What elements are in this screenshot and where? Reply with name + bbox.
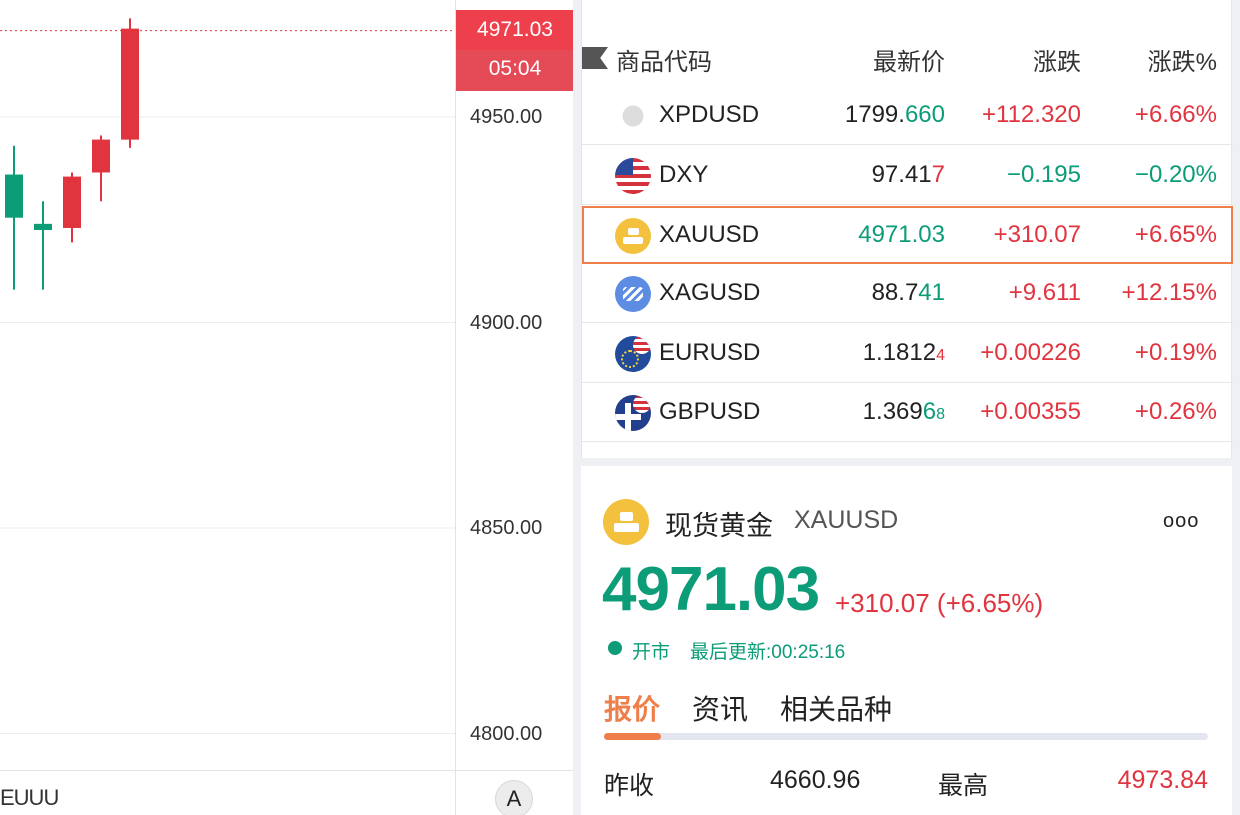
header-price[interactable]: 最新价 [873, 42, 945, 77]
price-highlight: 4971.03 [858, 221, 945, 248]
high-value: 4973.84 [1117, 766, 1208, 794]
row-change-pct: −0.20% [1134, 161, 1217, 188]
tab-quote[interactable]: 报价 [604, 688, 660, 728]
market-open-dot-icon [608, 641, 622, 655]
price-highlight: 6 [922, 398, 937, 425]
price-highlight: 660 [904, 101, 945, 128]
price-main: 88.7 [871, 279, 919, 306]
price-tick-label: 4850.00 [470, 517, 543, 539]
watchlist-header: 商品代码 最新价 涨跌 涨跌% [582, 28, 1233, 84]
row-symbol: XPDUSD [659, 101, 760, 128]
header-change-pct[interactable]: 涨跌% [1148, 42, 1217, 77]
candle-countdown: 05:04 [456, 50, 574, 91]
candle-body [34, 223, 52, 231]
row-symbol: DXY [659, 161, 709, 188]
time-axis-label: EUUU [0, 785, 59, 810]
gold-bar-icon [615, 218, 651, 254]
watchlist-row-gbpusd[interactable]: GBPUSD 1.36968 +0.00355 +0.26% [582, 383, 1233, 442]
axis-corner: A [455, 770, 573, 815]
candle-body [92, 139, 110, 173]
row-price: 88.741 [872, 279, 945, 307]
watchlist-row-xpdusd[interactable]: XPDUSD 1799.660 +112.320 +6.66% [582, 86, 1233, 145]
price-pip: 8 [936, 406, 945, 423]
row-symbol: EURUSD [659, 339, 761, 366]
price-axis[interactable]: 4971.03 05:04 4950.00 4900.00 4850.00 48… [455, 0, 574, 770]
price-tick-label: 4950.00 [470, 106, 543, 128]
tab-related[interactable]: 相关品种 [780, 688, 892, 728]
last-price-tag: 4971.03 05:04 [456, 10, 574, 91]
row-change: +0.00226 [980, 339, 1081, 366]
row-change: +112.320 [982, 101, 1081, 128]
watchlist-row-dxy[interactable]: DXY 97.417 −0.195 −0.20% [582, 146, 1233, 205]
price-tick-label: 4900.00 [470, 312, 543, 334]
row-price: 1.36968 [863, 398, 945, 426]
tab-indicator-track [604, 733, 1208, 740]
price-main: 1799. [844, 101, 905, 128]
row-change-pct: +0.26% [1134, 398, 1217, 425]
row-symbol: XAGUSD [659, 279, 761, 306]
row-price: 4971.03 [858, 221, 945, 249]
price-main: 1.1812 [862, 339, 937, 366]
last-update-time: 最后更新:00:25:16 [690, 642, 846, 663]
price-pip: 4 [936, 347, 945, 364]
row-price: 1.18124 [863, 339, 945, 367]
us-flag-icon [615, 158, 651, 194]
header-change[interactable]: 涨跌 [1033, 42, 1081, 77]
row-symbol: XAUUSD [659, 221, 760, 248]
header-symbol[interactable]: 商品代码 [616, 42, 712, 77]
candle-body [63, 176, 81, 228]
row-change: +0.00355 [980, 398, 1081, 425]
row-price: 97.417 [872, 161, 945, 189]
right-panel: 商品代码 最新价 涨跌 涨跌% XPDUSD 1799.660 +112.320… [573, 0, 1240, 815]
more-options-icon[interactable]: ooo [1163, 510, 1199, 533]
price-main: 97.41 [871, 161, 932, 188]
row-change-pct: +0.19% [1134, 339, 1217, 366]
watchlist-row-xagusd[interactable]: XAGUSD 88.741 +9.611 +12.15% [582, 264, 1233, 323]
candlestick-chart[interactable] [0, 0, 455, 770]
gbp-usd-flag-icon [615, 395, 651, 431]
row-change-pct: +6.65% [1134, 221, 1217, 248]
price-highlight: 41 [918, 279, 945, 306]
prev-close-label: 昨收 [604, 772, 655, 800]
gold-bar-icon [603, 499, 649, 545]
silver-icon [615, 276, 651, 312]
auto-scale-button[interactable]: A [495, 780, 533, 815]
watchlist[interactable]: 商品代码 最新价 涨跌 涨跌% XPDUSD 1799.660 +112.320… [581, 0, 1233, 458]
chart-time-axis: EUUU [0, 770, 455, 815]
tab-news[interactable]: 资讯 [692, 688, 748, 728]
candle-body [121, 28, 139, 140]
high-label: 最高 [938, 772, 989, 800]
row-symbol: GBPUSD [659, 398, 761, 425]
price-highlight: 7 [931, 161, 945, 188]
detail-symbol-name: 现货黄金 [665, 511, 773, 541]
flag-icon [582, 47, 608, 69]
chart-canvas[interactable] [0, 0, 455, 770]
market-status: 开市 [632, 642, 671, 663]
watchlist-row-eurusd[interactable]: EURUSD 1.18124 +0.00226 +0.19% [582, 324, 1233, 383]
detail-last-price: 4971.03 [602, 555, 820, 624]
price-tick-label: 4800.00 [470, 723, 543, 745]
row-price: 1799.660 [845, 101, 945, 129]
detail-change: +310.07 (+6.65%) [835, 588, 1044, 618]
row-change: +310.07 [993, 221, 1081, 248]
tab-indicator [604, 733, 661, 740]
watchlist-row-xauusd[interactable]: XAUUSD 4971.03 +310.07 +6.65% [582, 206, 1233, 264]
price-main: 1.369 [862, 398, 923, 425]
row-change-pct: +12.15% [1121, 279, 1217, 306]
prev-close-value: 4660.96 [770, 766, 861, 794]
row-change: −0.195 [1006, 161, 1081, 188]
eur-usd-flag-icon [615, 336, 651, 372]
detail-symbol-code: XAUUSD [794, 506, 899, 534]
symbol-detail-card: 现货黄金 XAUUSD ooo 4971.03 +310.07 (+6.65%)… [581, 466, 1232, 815]
candle-body [5, 174, 23, 218]
last-price-value: 4971.03 [477, 18, 553, 41]
row-change: +9.611 [1008, 279, 1081, 306]
palladium-icon [615, 98, 651, 134]
row-change-pct: +6.66% [1134, 101, 1217, 128]
